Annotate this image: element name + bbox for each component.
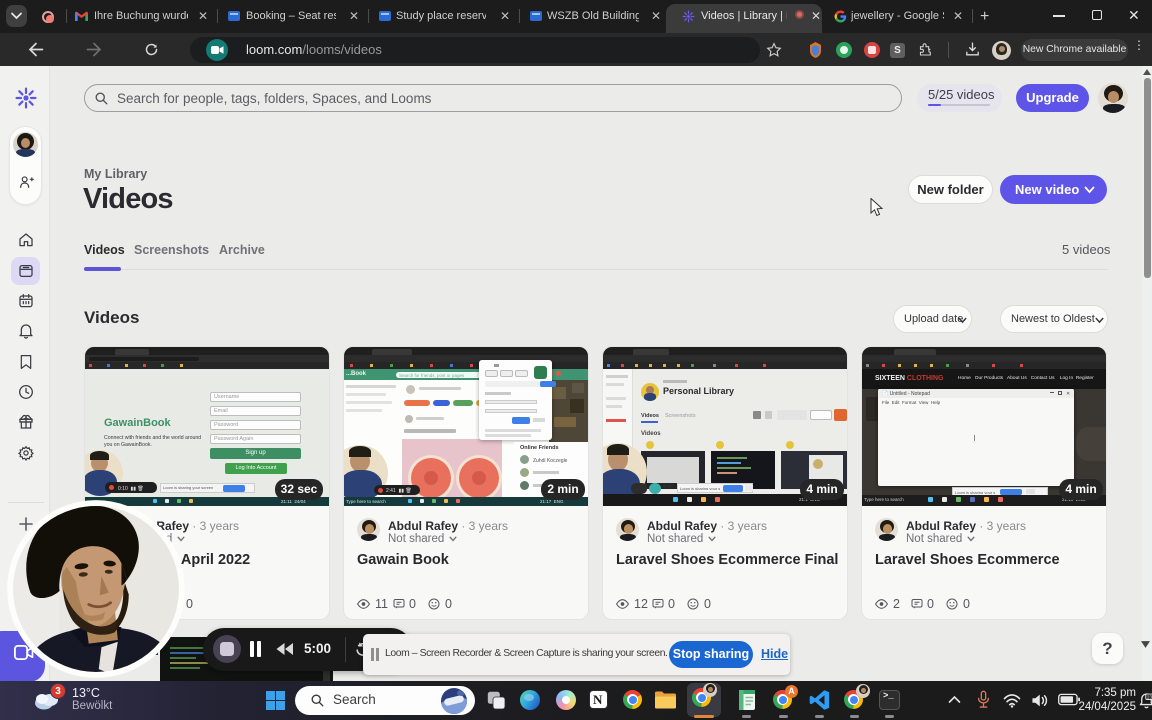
svg-text:23: 23 [1147, 695, 1152, 701]
